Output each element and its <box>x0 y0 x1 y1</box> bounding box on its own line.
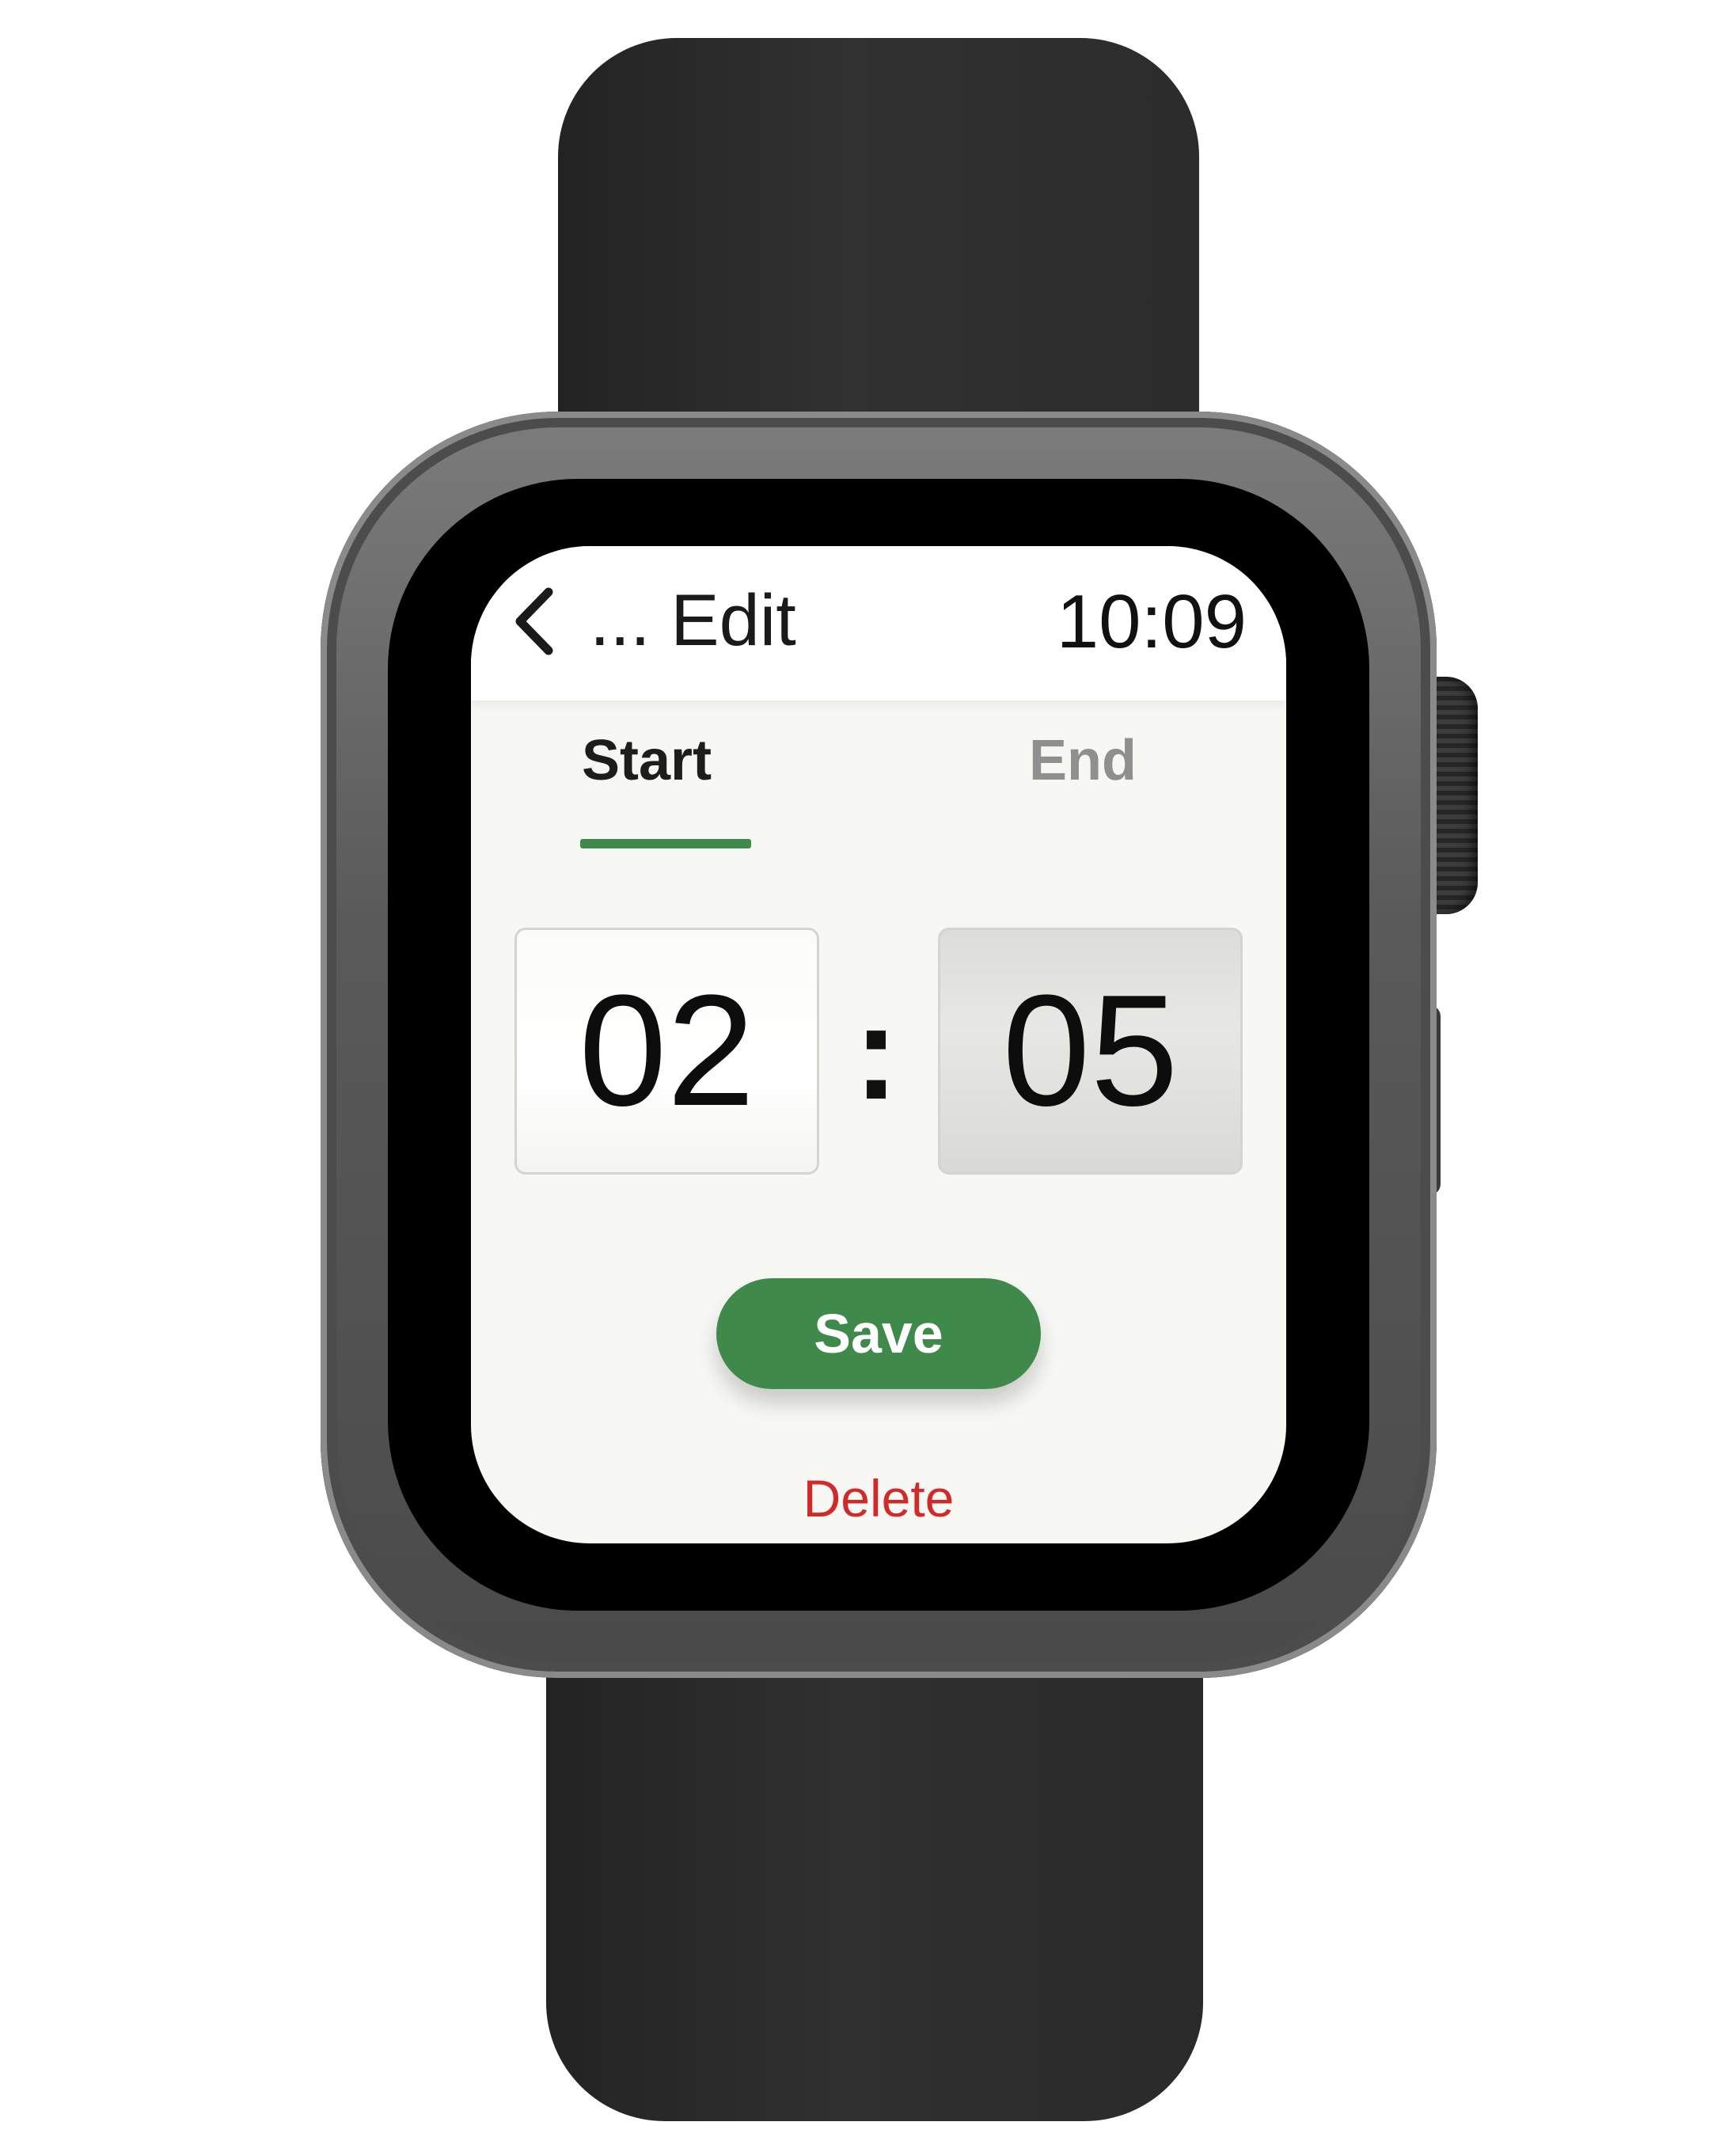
hours-picker[interactable]: 02 <box>514 928 819 1175</box>
delete-button[interactable]: Delete <box>720 1472 1037 1524</box>
active-tab-indicator <box>580 839 751 848</box>
page-title[interactable]: ... Edit <box>590 584 796 657</box>
time-separator: : <box>853 977 899 1128</box>
minutes-picker[interactable]: 05 <box>938 928 1243 1175</box>
clock-time: 10:09 <box>1056 579 1247 664</box>
tab-start[interactable]: Start <box>582 732 712 789</box>
watch-screen: ... Edit 10:09 Start End 02 : 05 Save De… <box>471 546 1286 1543</box>
save-button[interactable]: Save <box>716 1278 1041 1389</box>
chevron-left-icon[interactable] <box>511 586 558 657</box>
watch-band-bottom <box>546 1615 1203 2121</box>
nav-header: ... Edit 10:09 <box>471 546 1286 700</box>
tab-end[interactable]: End <box>1029 732 1137 789</box>
